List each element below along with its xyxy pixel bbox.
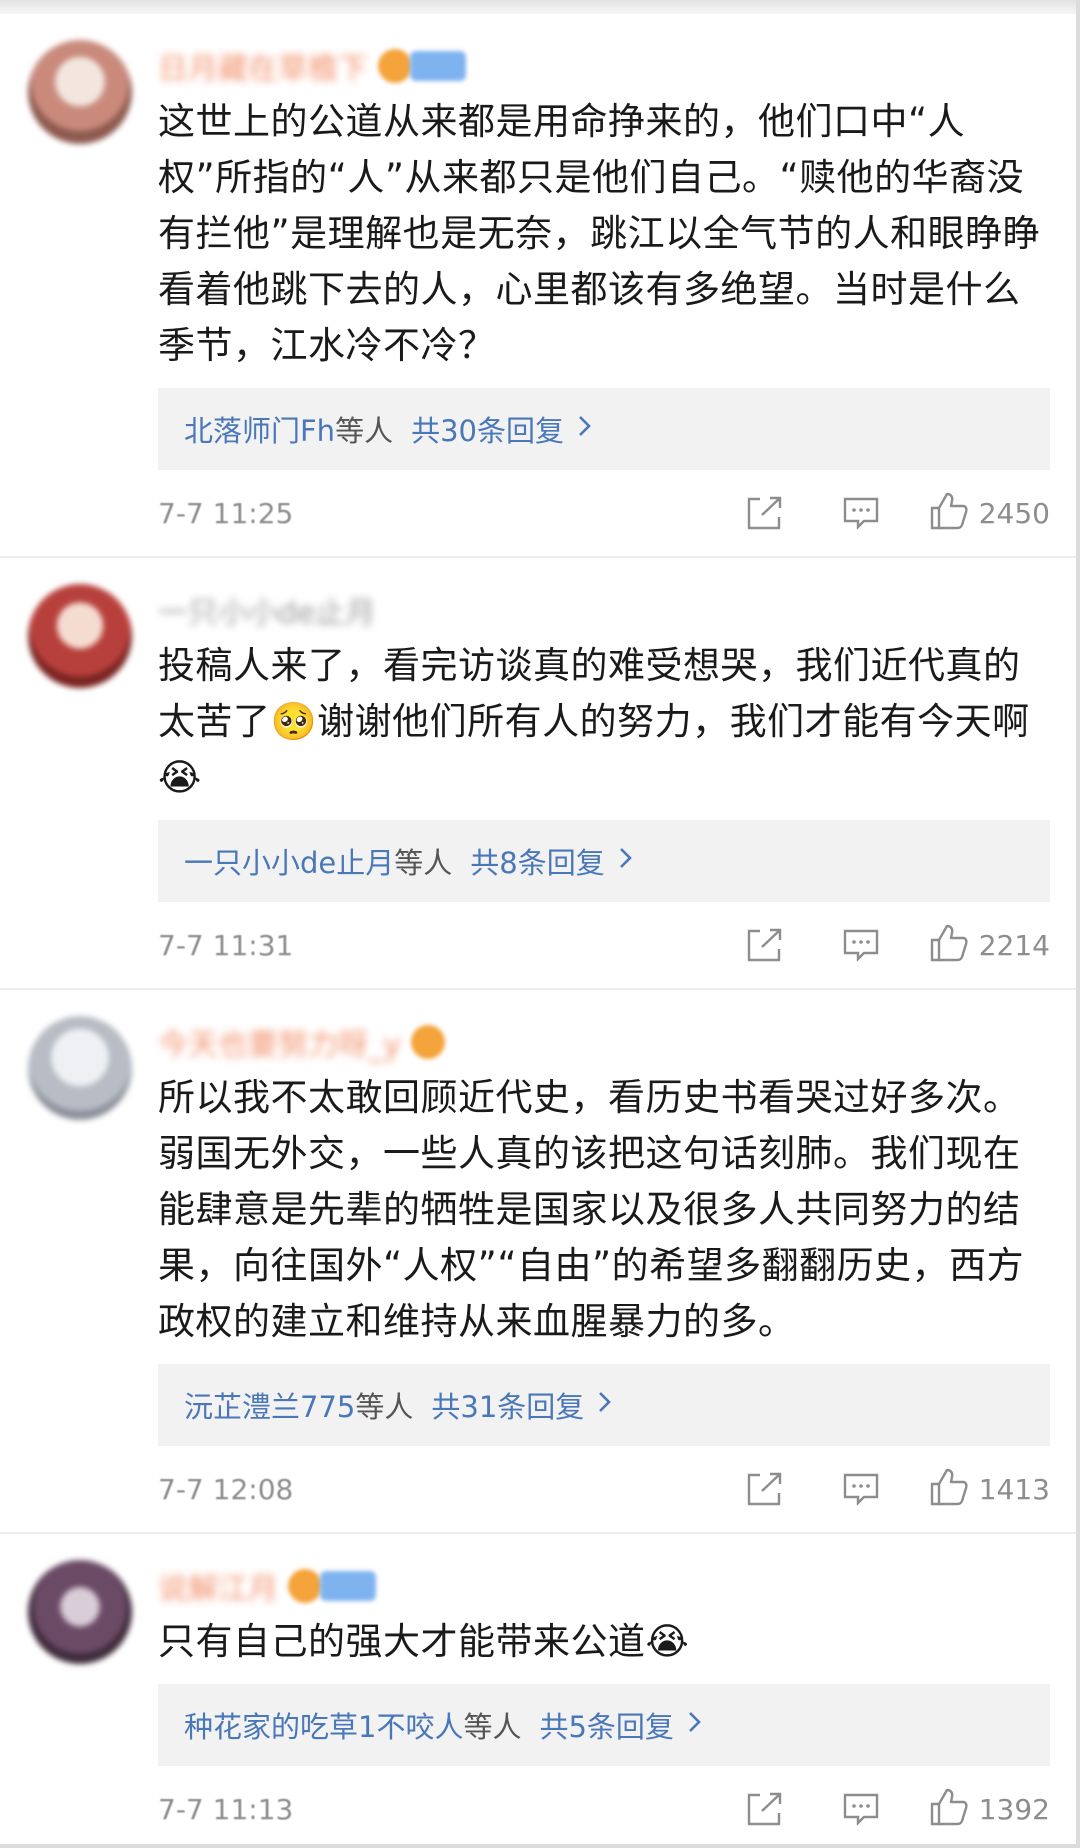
thumbs-up-icon xyxy=(929,1787,969,1831)
top-edge xyxy=(0,0,1076,14)
avatar[interactable] xyxy=(28,584,132,688)
like-button[interactable]: 1392 xyxy=(929,1787,1050,1831)
comment-time: 7-7 12:08 xyxy=(158,1472,294,1506)
avatar[interactable] xyxy=(28,40,132,144)
comment-text: 投稿人来了，看完访谈真的难受想哭，我们近代真的太苦了🥺谢谢他们所有人的努力，我们… xyxy=(158,644,1030,799)
comment-item: 日月藏在草檐下 这世上的公道从来都是用命挣来的，他们口中“人权”所指的“人”从来… xyxy=(0,14,1076,558)
replies-summary[interactable]: 沅芷澧兰775 等人 共31条回复 xyxy=(158,1364,1050,1446)
comment-icon[interactable] xyxy=(837,1785,885,1833)
username[interactable]: 说解江月 xyxy=(158,1564,278,1608)
vip-badge-icon xyxy=(410,51,466,81)
comment-time: 7-7 11:31 xyxy=(158,928,294,962)
chevron-right-icon xyxy=(598,1390,612,1420)
replies-summary[interactable]: 北落师门Fh 等人 共30条回复 xyxy=(158,388,1050,470)
vip-badge-icon xyxy=(320,1571,376,1601)
share-icon[interactable] xyxy=(741,921,789,969)
like-count: 2214 xyxy=(978,928,1050,962)
like-count: 1413 xyxy=(978,1472,1050,1506)
avatar[interactable] xyxy=(28,1560,132,1664)
chevron-right-icon xyxy=(578,414,592,444)
reply-count-link[interactable]: 共31条回复 xyxy=(431,1384,584,1426)
chevron-right-icon xyxy=(688,1710,702,1740)
comment-icon[interactable] xyxy=(837,489,885,537)
crown-badge-icon xyxy=(288,1569,322,1603)
thumbs-up-icon xyxy=(929,923,969,967)
share-icon[interactable] xyxy=(741,489,789,537)
reply-etc-label: 等人 xyxy=(394,846,453,880)
username[interactable]: 一只小小de止月 xyxy=(158,588,376,632)
reply-count-link[interactable]: 共8条回复 xyxy=(470,840,604,882)
comment-text: 这世上的公道从来都是用命挣来的，他们口中“人权”所指的“人”从来都只是他们自己。… xyxy=(158,100,1041,367)
username[interactable]: 日月藏在草檐下 xyxy=(158,44,368,88)
share-icon[interactable] xyxy=(741,1785,789,1833)
chevron-right-icon xyxy=(619,846,633,876)
thumbs-up-icon xyxy=(929,1467,969,1511)
like-button[interactable]: 2450 xyxy=(929,491,1050,535)
comment-icon[interactable] xyxy=(837,1465,885,1513)
comment-icon[interactable] xyxy=(837,921,885,969)
reply-count-link[interactable]: 共5条回复 xyxy=(539,1704,673,1746)
like-count: 1392 xyxy=(978,1792,1050,1826)
avatar[interactable] xyxy=(28,1016,132,1120)
reply-count-link[interactable]: 共30条回复 xyxy=(411,408,564,450)
comment-item: 说解江月 只有自己的强大才能带来公道😭 种花家的吃草1不咬人 等人 共5条回复 … xyxy=(0,1534,1076,1844)
reply-users-link[interactable]: 一只小小de止月 xyxy=(184,840,394,882)
replies-summary[interactable]: 种花家的吃草1不咬人 等人 共5条回复 xyxy=(158,1684,1050,1766)
reply-etc-label: 等人 xyxy=(463,1710,522,1744)
thumbs-up-icon xyxy=(929,491,969,535)
comment-time: 7-7 11:25 xyxy=(158,496,294,530)
reply-users-link[interactable]: 沅芷澧兰775 xyxy=(184,1384,355,1426)
comment-item: 一只小小de止月 投稿人来了，看完访谈真的难受想哭，我们近代真的太苦了🥺谢谢他们… xyxy=(0,558,1076,990)
crown-badge-icon xyxy=(410,1025,445,1059)
reply-users-link[interactable]: 北落师门Fh xyxy=(184,408,335,450)
like-button[interactable]: 1413 xyxy=(929,1467,1050,1511)
reply-etc-label: 等人 xyxy=(355,1390,414,1424)
crown-badge-icon xyxy=(378,49,412,83)
reply-users-link[interactable]: 种花家的吃草1不咬人 xyxy=(184,1704,463,1746)
username[interactable]: 今天也要努力呀_y xyxy=(158,1020,401,1064)
like-button[interactable]: 2214 xyxy=(929,923,1050,967)
comment-feed: 日月藏在草檐下 这世上的公道从来都是用命挣来的，他们口中“人权”所指的“人”从来… xyxy=(0,0,1080,1848)
comment-text: 只有自己的强大才能带来公道😭 xyxy=(158,1620,690,1663)
reply-etc-label: 等人 xyxy=(335,414,394,448)
like-count: 2450 xyxy=(978,496,1050,530)
comment-text: 所以我不太敢回顾近代史，看历史书看哭过好多次。弱国无外交，一些人真的该把这句话刻… xyxy=(158,1076,1025,1343)
comment-item: 今天也要努力呀_y 所以我不太敢回顾近代史，看历史书看哭过好多次。弱国无外交，一… xyxy=(0,990,1076,1534)
replies-summary[interactable]: 一只小小de止月 等人 共8条回复 xyxy=(158,820,1050,902)
share-icon[interactable] xyxy=(741,1465,789,1513)
comment-time: 7-7 11:13 xyxy=(158,1792,294,1826)
